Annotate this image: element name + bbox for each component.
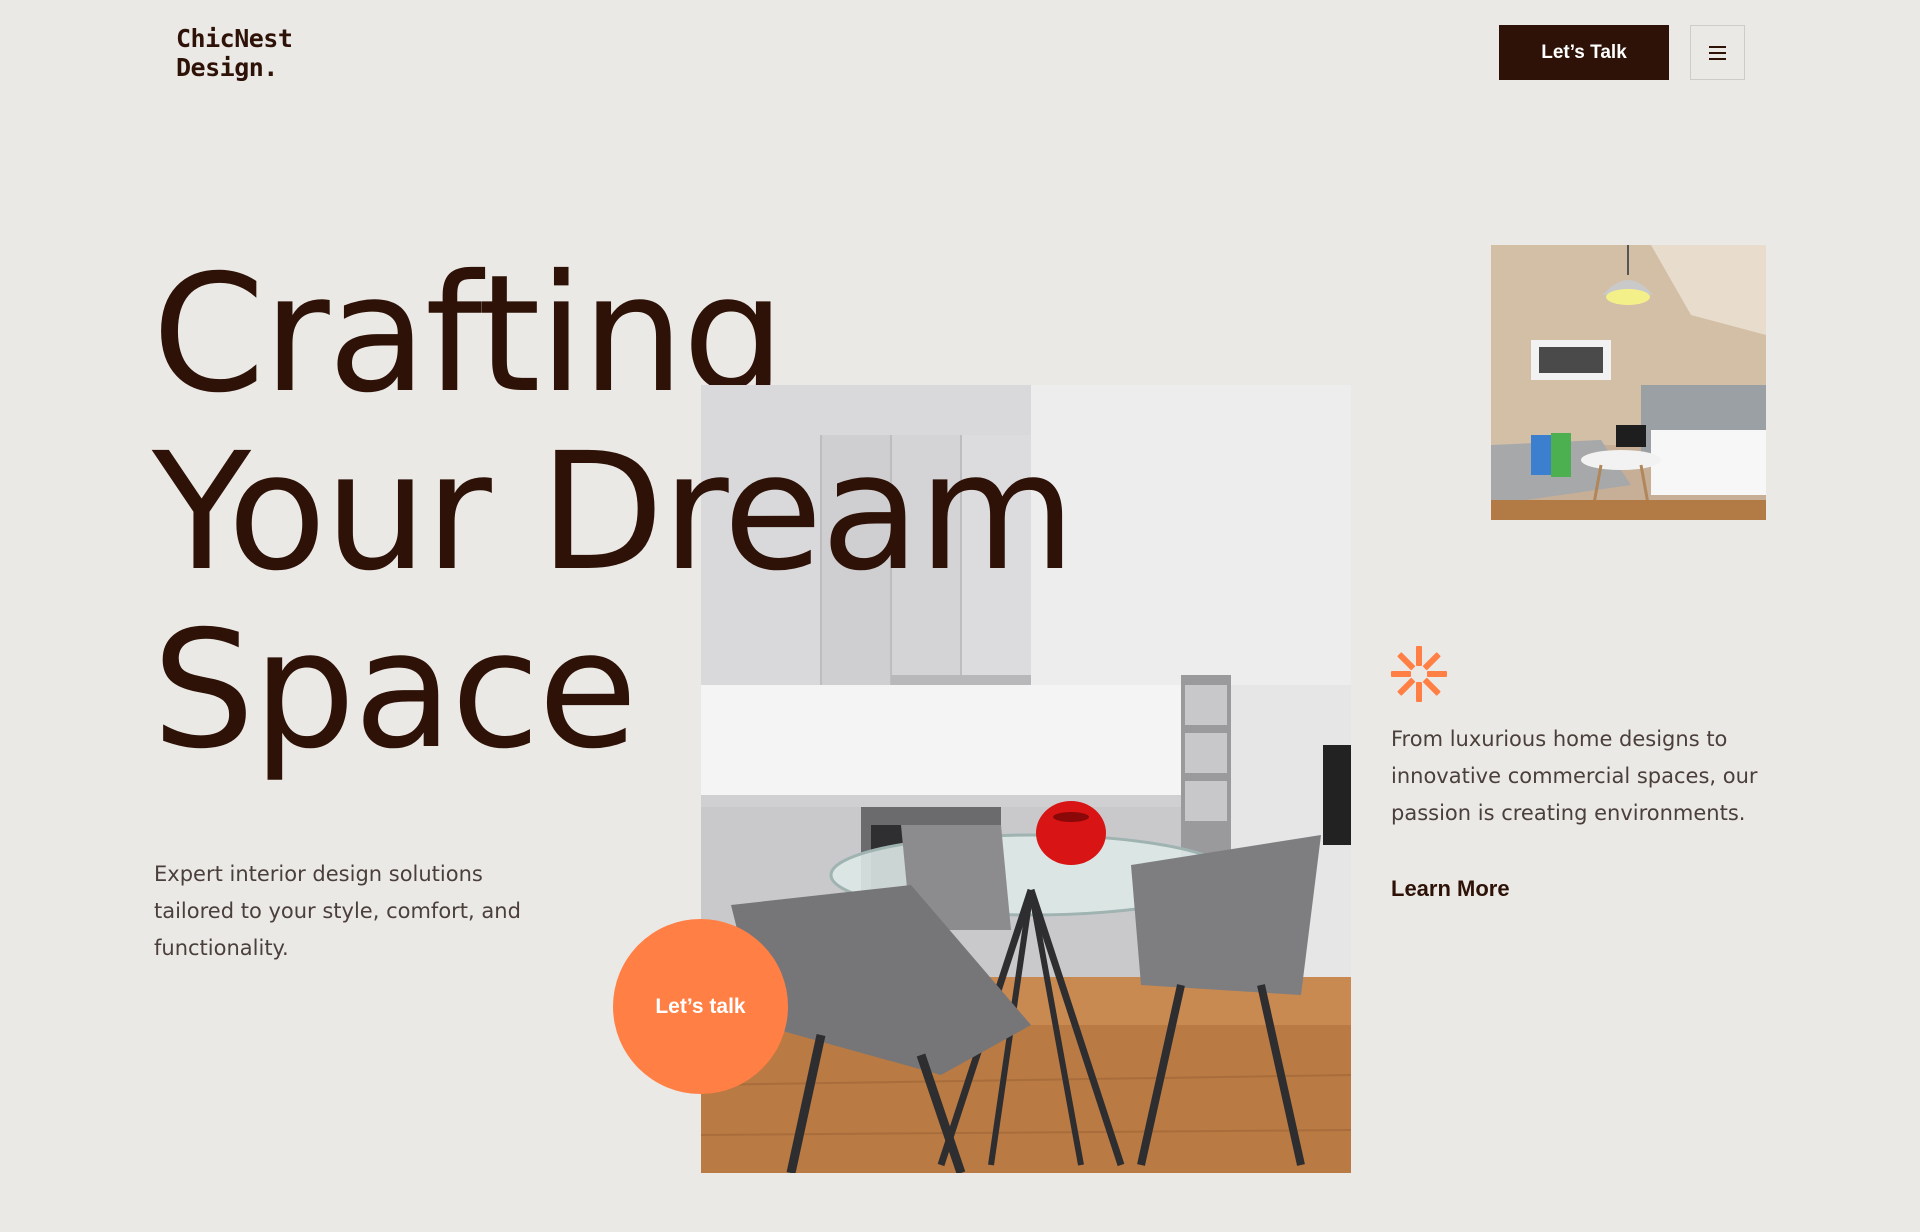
hero-headline-continued: Your Dream Space [152, 419, 1076, 785]
headline-line-3: Space [152, 597, 638, 785]
services-description: From luxurious home designs to innovativ… [1391, 727, 1758, 825]
hero-headline: Crafting [152, 241, 785, 429]
headline-line-1: Crafting [152, 241, 785, 429]
logo-line-2: Design. [176, 53, 278, 82]
asterisk-burst-icon [1391, 646, 1447, 702]
menu-button[interactable] [1690, 25, 1745, 80]
logo-line-1: ChicNest [176, 24, 293, 53]
hero-intro-text: Expert interior design solutions tailore… [154, 862, 521, 960]
brand-logo[interactable]: ChicNest Design. [176, 24, 293, 82]
headline-line-2: Your Dream [152, 419, 1076, 607]
bedroom-image [1491, 245, 1766, 520]
hamburger-menu-icon [1709, 45, 1726, 48]
learn-more-link[interactable]: Learn More [1391, 876, 1510, 902]
bedroom-illustration [1491, 245, 1766, 520]
lets-talk-circle-button[interactable]: Let’s talk [613, 919, 788, 1094]
landing-page: ChicNest Design. Let’s Talk Crafting You… [0, 0, 1920, 1232]
lets-talk-button[interactable]: Let’s Talk [1499, 25, 1669, 80]
